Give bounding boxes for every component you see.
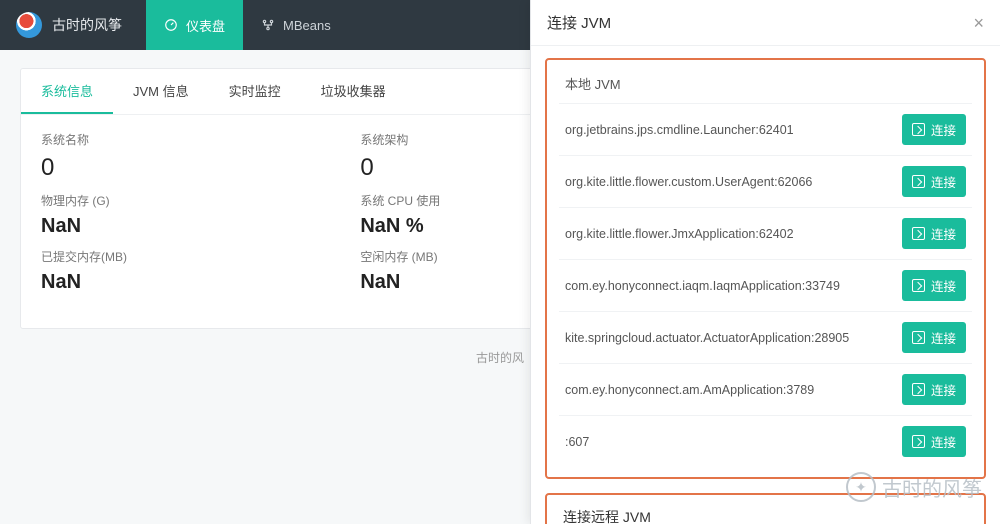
- metric-value: NaN: [41, 215, 320, 238]
- nav-dashboard[interactable]: 仪表盘: [146, 0, 243, 50]
- connect-button[interactable]: 连接: [902, 270, 966, 301]
- jvm-name: org.kite.little.flower.custom.UserAgent:…: [565, 175, 822, 189]
- connect-button[interactable]: 连接: [902, 166, 966, 197]
- button-label: 连接: [931, 432, 956, 451]
- connect-button[interactable]: 连接: [902, 426, 966, 457]
- jvm-row: :607 连接: [559, 415, 972, 467]
- connect-button[interactable]: 连接: [902, 322, 966, 353]
- button-label: 连接: [931, 276, 956, 295]
- close-icon[interactable]: ×: [973, 14, 984, 32]
- button-label: 连接: [931, 120, 956, 139]
- connect-button[interactable]: 连接: [902, 374, 966, 405]
- tab-gc[interactable]: 垃圾收集器: [301, 69, 406, 114]
- nav-label: MBeans: [283, 18, 331, 33]
- jvm-name: org.kite.little.flower.JmxApplication:62…: [565, 227, 804, 241]
- jvm-name: :607: [565, 435, 599, 449]
- metric-value: 0: [41, 154, 320, 182]
- metric-value: NaN: [41, 271, 320, 294]
- connect-button[interactable]: 连接: [902, 114, 966, 145]
- panel-header: 连接 JVM ×: [531, 0, 1000, 46]
- tab-realtime[interactable]: 实时监控: [209, 69, 301, 114]
- jvm-row: org.jetbrains.jps.cmdline.Launcher:62401…: [559, 103, 972, 155]
- nav-label: 仪表盘: [186, 16, 225, 35]
- remote-jvm-title: 连接远程 JVM: [559, 505, 972, 524]
- connect-icon: [912, 279, 925, 292]
- connect-icon: [912, 383, 925, 396]
- jvm-row: org.kite.little.flower.JmxApplication:62…: [559, 207, 972, 259]
- connect-icon: [912, 435, 925, 448]
- remote-jvm-box: 连接远程 JVM : 连接: [545, 493, 986, 524]
- button-label: 连接: [931, 380, 956, 399]
- jvm-list: org.jetbrains.jps.cmdline.Launcher:62401…: [559, 103, 972, 467]
- button-label: 连接: [931, 328, 956, 347]
- connect-icon: [912, 123, 925, 136]
- jvm-name: com.ey.honyconnect.iaqm.IaqmApplication:…: [565, 279, 850, 293]
- jvm-name: com.ey.honyconnect.am.AmApplication:3789: [565, 383, 824, 397]
- jvm-row: org.kite.little.flower.custom.UserAgent:…: [559, 155, 972, 207]
- tab-jvm-info[interactable]: JVM 信息: [113, 69, 209, 114]
- connect-icon: [912, 227, 925, 240]
- local-jvm-title: 本地 JVM: [559, 70, 972, 103]
- avatar: [16, 12, 42, 38]
- button-label: 连接: [931, 224, 956, 243]
- metric-label: 物理内存 (G): [41, 192, 320, 209]
- jvm-name: kite.springcloud.actuator.ActuatorApplic…: [565, 331, 859, 345]
- jvm-name: org.jetbrains.jps.cmdline.Launcher:62401: [565, 123, 804, 137]
- connect-icon: [912, 175, 925, 188]
- connect-button[interactable]: 连接: [902, 218, 966, 249]
- jvm-row: kite.springcloud.actuator.ActuatorApplic…: [559, 311, 972, 363]
- jvm-row: com.ey.honyconnect.iaqm.IaqmApplication:…: [559, 259, 972, 311]
- mbeans-icon: [261, 18, 275, 32]
- connect-jvm-panel: 连接 JVM × 本地 JVM org.jetbrains.jps.cmdlin…: [530, 0, 1000, 524]
- nav-mbeans[interactable]: MBeans: [243, 0, 349, 50]
- panel-title: 连接 JVM: [547, 12, 611, 33]
- jvm-row: com.ey.honyconnect.am.AmApplication:3789…: [559, 363, 972, 415]
- local-jvm-box: 本地 JVM org.jetbrains.jps.cmdline.Launche…: [545, 58, 986, 479]
- connect-icon: [912, 331, 925, 344]
- dashboard-icon: [164, 18, 178, 32]
- brand-name: 古时的风筝: [52, 15, 122, 35]
- metrics-col-1: 系统名称 0 物理内存 (G) NaN 已提交内存(MB) NaN: [41, 131, 320, 304]
- metric-label: 已提交内存(MB): [41, 248, 320, 265]
- tab-system-info[interactable]: 系统信息: [21, 69, 113, 114]
- metric-label: 系统名称: [41, 131, 320, 148]
- button-label: 连接: [931, 172, 956, 191]
